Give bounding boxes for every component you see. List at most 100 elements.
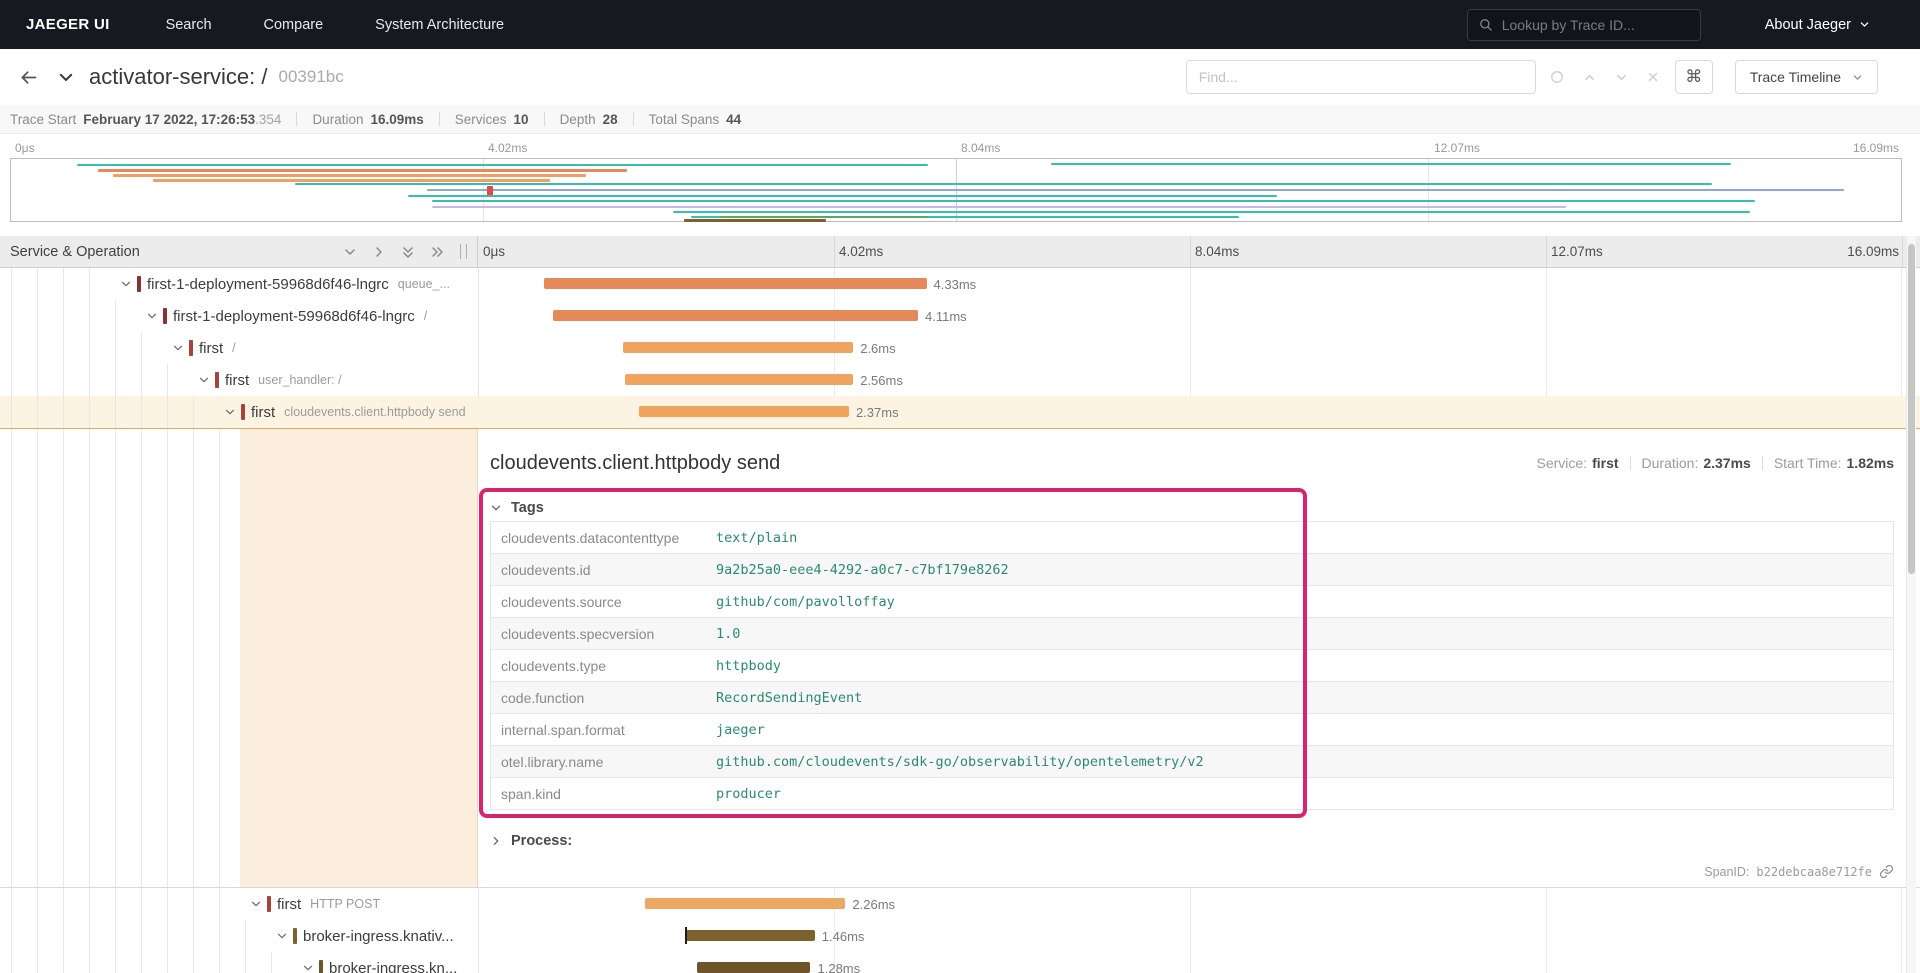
span-row[interactable]: broker-ingress.knativ... 1.46ms (0, 920, 1920, 952)
trace-minimap: 0μs 4.02ms 8.04ms 12.07ms 16.09ms (10, 138, 1902, 222)
column-resizer-handle[interactable] (460, 244, 467, 259)
nav-item-compare[interactable]: Compare (264, 17, 324, 33)
span-row[interactable]: first HTTP POST 2.26ms (0, 888, 1920, 920)
span-timeline-cell[interactable]: 4.33ms (478, 268, 1902, 300)
service-color-chip (137, 276, 141, 292)
keyboard-shortcuts-button[interactable]: ⌘ (1674, 60, 1713, 94)
tag-row[interactable]: cloudevents.type httpbody (491, 650, 1893, 682)
vertical-scrollbar[interactable] (1906, 236, 1916, 973)
span-name-cell[interactable]: first HTTP POST (0, 888, 478, 920)
span-timeline-cell[interactable]: 1.46ms (478, 920, 1902, 952)
span-timeline-cell[interactable]: 4.11ms (478, 300, 1902, 332)
span-name-cell[interactable]: first-1-deployment-59968d6f46-lngrc queue… (0, 268, 478, 300)
tag-key: otel.library.name (501, 753, 604, 770)
scrollbar-thumb[interactable] (1908, 244, 1915, 574)
tag-value: 9a2b25a0-eee4-4292-a0c7-c7bf179e8262 (716, 561, 1009, 578)
collapse-children-icon[interactable] (196, 374, 211, 386)
span-bar[interactable] (622, 342, 854, 353)
trace-title: activator-service: / (89, 64, 268, 89)
expand-all-icon[interactable] (430, 245, 444, 259)
summary-label: Depth (559, 111, 596, 127)
span-bar[interactable] (625, 374, 854, 385)
app-logo[interactable]: JAEGER UI (26, 16, 110, 33)
trace-view-select[interactable]: Trace Timeline (1734, 60, 1878, 94)
span-name-cell[interactable]: first cloudevents.client.httpbody send (0, 396, 478, 428)
start-time-value: 1.82ms (1846, 455, 1894, 471)
span-row[interactable]: broker-ingress.kn... 1.28ms (0, 952, 1920, 973)
about-jaeger-menu[interactable]: About Jaeger (1765, 17, 1870, 33)
search-icon (1479, 18, 1493, 32)
span-bar[interactable] (544, 278, 927, 289)
collapse-header-chevron-icon[interactable] (57, 68, 75, 86)
collapse-children-icon[interactable] (144, 310, 159, 322)
minimap-ticks: 0μs 4.02ms 8.04ms 12.07ms 16.09ms (10, 138, 1902, 158)
span-row[interactable]: first / 2.6ms (0, 332, 1920, 364)
tag-key: code.function (501, 689, 585, 706)
span-timeline-cell[interactable]: 1.28ms (478, 952, 1902, 973)
nav-item-search[interactable]: Search (166, 17, 212, 33)
tick-label: 8.04ms (961, 141, 1001, 155)
nav-item-system-architecture[interactable]: System Architecture (375, 17, 504, 33)
span-service-name: first (251, 403, 276, 421)
span-row[interactable]: first-1-deployment-59968d6f46-lngrc / 4.11… (0, 300, 1920, 332)
tag-row[interactable]: internal.span.format jaeger (491, 714, 1893, 746)
span-name-cell[interactable]: first-1-deployment-59968d6f46-lngrc / (0, 300, 478, 332)
collapse-children-icon[interactable] (170, 342, 185, 354)
service-color-chip (319, 960, 323, 973)
trace-lookup-input[interactable] (1501, 16, 1689, 33)
tag-row[interactable]: cloudevents.id 9a2b25a0-eee4-4292-a0c7-c7… (491, 554, 1893, 586)
span-bar[interactable] (552, 310, 918, 321)
detail-indent-guides (0, 429, 240, 887)
collapse-all-icon[interactable] (401, 245, 415, 259)
collapse-children-icon[interactable] (222, 406, 237, 418)
collapse-children-icon[interactable] (248, 898, 263, 910)
span-bar[interactable] (638, 406, 849, 417)
span-name-cell[interactable]: broker-ingress.kn... (0, 952, 478, 973)
collapse-children-icon[interactable] (300, 962, 315, 973)
next-result-icon[interactable] (1615, 71, 1628, 84)
top-nav: JAEGER UI Search Compare System Architectu… (0, 0, 1920, 49)
span-timeline-cell[interactable]: 2.37ms (478, 396, 1902, 428)
collapse-one-icon[interactable] (343, 245, 357, 259)
span-bar[interactable] (645, 898, 846, 909)
span-timeline-cell[interactable]: 2.26ms (478, 888, 1902, 920)
span-id-label: SpanID: (1704, 864, 1750, 879)
span-row[interactable]: first cloudevents.client.httpbody send 2.3… (0, 396, 1920, 428)
tags-accordion-header[interactable]: Tags (490, 495, 1894, 521)
trace-header-controls: ⌘ Trace Timeline (1185, 60, 1878, 94)
summary-value: 44 (726, 111, 742, 127)
span-timeline-cell[interactable]: 2.6ms (478, 332, 1902, 364)
tag-row[interactable]: span.kind producer (491, 778, 1893, 810)
tag-value: 1.0 (716, 625, 741, 642)
tag-row[interactable]: cloudevents.specversion 1.0 (491, 618, 1893, 650)
trace-lookup[interactable] (1466, 8, 1701, 41)
collapse-children-icon[interactable] (274, 930, 289, 942)
minimap-canvas[interactable] (10, 158, 1902, 222)
span-name-cell[interactable]: broker-ingress.knativ... (0, 920, 478, 952)
span-name-cell[interactable]: first user_handler: / (0, 364, 478, 396)
clear-find-icon[interactable] (1647, 71, 1659, 83)
tag-row[interactable]: code.function RecordSendingEvent (491, 682, 1893, 714)
minimap-span-segment (426, 189, 1845, 191)
collapse-children-icon[interactable] (118, 278, 133, 290)
tag-row[interactable]: otel.library.name github.com/cloudevents/… (491, 746, 1893, 778)
expand-one-icon[interactable] (372, 245, 386, 259)
prev-result-icon[interactable] (1583, 71, 1596, 84)
tag-row[interactable]: cloudevents.source github/com/pavolloffay (491, 586, 1893, 618)
span-timeline-cell[interactable]: 2.56ms (478, 364, 1902, 396)
span-name-cell[interactable]: first / (0, 332, 478, 364)
back-arrow-icon[interactable] (18, 67, 39, 88)
tag-row[interactable]: cloudevents.datacontenttype text/plain (491, 522, 1893, 554)
span-row[interactable]: first-1-deployment-59968d6f46-lngrc queue… (0, 268, 1920, 300)
link-icon[interactable] (1879, 864, 1894, 879)
span-duration-label: 2.56ms (860, 373, 903, 388)
trace-summary-bar: Trace Start February 17 2022, 17:26:53.35… (0, 105, 1920, 134)
match-count-icon[interactable] (1550, 70, 1564, 84)
process-accordion-header[interactable]: Process: (490, 828, 1894, 854)
span-row[interactable]: first user_handler: / 2.56ms (0, 364, 1920, 396)
span-bar[interactable] (685, 927, 815, 944)
find-input[interactable] (1185, 60, 1536, 94)
span-bar[interactable] (697, 962, 811, 973)
tick-label: 16.09ms (1847, 244, 1899, 259)
summary-value: 28 (602, 111, 618, 127)
